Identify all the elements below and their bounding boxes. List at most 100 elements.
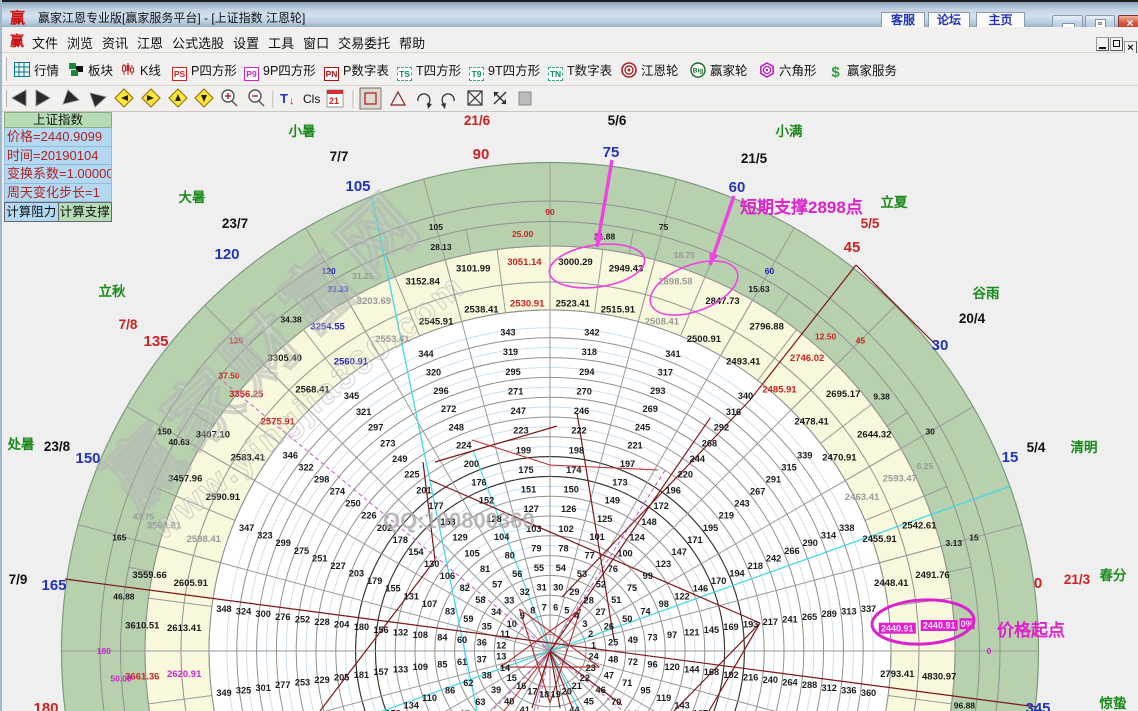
svg-text:41: 41 bbox=[520, 705, 530, 711]
svg-text:124: 124 bbox=[629, 533, 645, 543]
svg-text:104: 104 bbox=[494, 532, 510, 542]
svg-text:253: 253 bbox=[295, 678, 310, 688]
svg-text:5/5: 5/5 bbox=[861, 216, 880, 231]
svg-text:49: 49 bbox=[628, 635, 638, 645]
svg-text:36: 36 bbox=[477, 638, 487, 648]
svg-text:小满: 小满 bbox=[776, 123, 804, 139]
svg-text:314: 314 bbox=[821, 531, 837, 541]
svg-text:223: 223 bbox=[513, 426, 528, 436]
svg-text:72: 72 bbox=[628, 657, 638, 667]
svg-text:12.50: 12.50 bbox=[815, 332, 837, 342]
svg-text:316: 316 bbox=[726, 407, 741, 417]
svg-text:289: 289 bbox=[822, 609, 837, 619]
svg-text:336: 336 bbox=[841, 685, 856, 695]
svg-text:171: 171 bbox=[687, 535, 702, 545]
svg-text:107: 107 bbox=[422, 599, 437, 609]
svg-text:60: 60 bbox=[729, 179, 746, 196]
svg-text:338: 338 bbox=[839, 523, 854, 533]
svg-text:341: 341 bbox=[665, 349, 680, 359]
svg-text:195: 195 bbox=[703, 523, 718, 533]
svg-text:251: 251 bbox=[312, 553, 327, 563]
svg-text:7/7: 7/7 bbox=[330, 149, 349, 164]
svg-text:84: 84 bbox=[437, 633, 448, 643]
svg-text:276: 276 bbox=[275, 612, 290, 622]
svg-text:105: 105 bbox=[464, 548, 479, 558]
svg-text:85: 85 bbox=[437, 660, 447, 670]
svg-text:110: 110 bbox=[422, 693, 437, 703]
svg-text:0: 0 bbox=[1034, 575, 1042, 592]
svg-text:立夏: 立夏 bbox=[881, 194, 909, 210]
svg-text:5/4: 5/4 bbox=[1027, 440, 1046, 455]
svg-text:2440.91: 2440.91 bbox=[881, 623, 914, 633]
svg-text:131: 131 bbox=[404, 591, 419, 601]
svg-text:13: 13 bbox=[496, 652, 506, 662]
svg-text:246: 246 bbox=[574, 406, 589, 416]
svg-text:169: 169 bbox=[723, 622, 738, 632]
svg-text:28.13: 28.13 bbox=[430, 242, 452, 252]
svg-text:2523.41: 2523.41 bbox=[556, 299, 591, 310]
svg-text:2620.91: 2620.91 bbox=[167, 669, 202, 680]
svg-text:340: 340 bbox=[738, 391, 753, 401]
svg-text:119: 119 bbox=[656, 693, 671, 703]
svg-text:22: 22 bbox=[580, 673, 590, 683]
svg-text:6.25: 6.25 bbox=[917, 461, 934, 471]
svg-text:321: 321 bbox=[356, 407, 371, 417]
svg-text:5: 5 bbox=[564, 605, 569, 615]
svg-text:48: 48 bbox=[608, 654, 618, 664]
svg-text:26: 26 bbox=[604, 622, 614, 632]
svg-text:196: 196 bbox=[666, 485, 681, 495]
svg-text:290: 290 bbox=[803, 538, 818, 548]
svg-text:25.00: 25.00 bbox=[512, 229, 534, 239]
svg-text:小暑: 小暑 bbox=[289, 124, 316, 139]
svg-text:2478.41: 2478.41 bbox=[794, 417, 829, 428]
svg-text:谷雨: 谷雨 bbox=[973, 286, 1001, 301]
svg-text:2: 2 bbox=[588, 629, 593, 639]
svg-text:50: 50 bbox=[622, 614, 632, 624]
svg-text:204: 204 bbox=[334, 620, 350, 630]
svg-text:31: 31 bbox=[536, 583, 546, 593]
svg-text:60: 60 bbox=[765, 266, 775, 276]
svg-text:346: 346 bbox=[283, 451, 298, 461]
svg-text:97: 97 bbox=[667, 630, 677, 640]
svg-text:15: 15 bbox=[1002, 449, 1019, 466]
svg-text:2463.41: 2463.41 bbox=[845, 492, 880, 503]
svg-text:20/4: 20/4 bbox=[959, 311, 986, 326]
svg-text:惊蛰: 惊蛰 bbox=[1099, 695, 1128, 711]
svg-text:288: 288 bbox=[802, 680, 817, 690]
svg-text:318: 318 bbox=[582, 347, 597, 357]
svg-text:203: 203 bbox=[349, 569, 364, 579]
svg-text:273: 273 bbox=[380, 438, 395, 448]
svg-text:181: 181 bbox=[354, 670, 369, 680]
svg-text:337: 337 bbox=[861, 604, 876, 614]
svg-text:19: 19 bbox=[551, 690, 561, 700]
svg-text:180: 180 bbox=[33, 700, 58, 711]
svg-text:301: 301 bbox=[256, 683, 271, 693]
svg-text:39: 39 bbox=[491, 685, 501, 695]
svg-text:132: 132 bbox=[393, 627, 408, 637]
svg-text:8: 8 bbox=[530, 605, 535, 615]
svg-text:23: 23 bbox=[586, 663, 596, 673]
svg-text:83: 83 bbox=[445, 606, 455, 616]
svg-text:299: 299 bbox=[276, 538, 291, 548]
svg-text:218: 218 bbox=[748, 561, 763, 571]
svg-text:157: 157 bbox=[373, 667, 388, 677]
svg-text:339: 339 bbox=[797, 451, 812, 461]
svg-text:4830.97: 4830.97 bbox=[922, 672, 956, 683]
svg-text:180: 180 bbox=[354, 622, 369, 632]
svg-text:2448.41: 2448.41 bbox=[874, 578, 909, 589]
svg-text:14: 14 bbox=[500, 663, 511, 673]
svg-text:320: 320 bbox=[426, 368, 441, 378]
svg-text:73: 73 bbox=[647, 633, 657, 643]
svg-text:229: 229 bbox=[314, 675, 329, 685]
svg-text:34: 34 bbox=[491, 607, 502, 617]
svg-text:99: 99 bbox=[643, 571, 653, 581]
svg-text:T: T bbox=[280, 91, 288, 106]
svg-text:3101.99: 3101.99 bbox=[456, 264, 490, 275]
svg-text:20: 20 bbox=[562, 687, 572, 697]
svg-text:52: 52 bbox=[596, 580, 606, 590]
svg-text:75: 75 bbox=[659, 222, 669, 232]
svg-text:174: 174 bbox=[566, 465, 582, 475]
svg-text:33: 33 bbox=[504, 595, 514, 605]
svg-text:10: 10 bbox=[507, 619, 517, 629]
svg-text:252: 252 bbox=[295, 614, 310, 624]
